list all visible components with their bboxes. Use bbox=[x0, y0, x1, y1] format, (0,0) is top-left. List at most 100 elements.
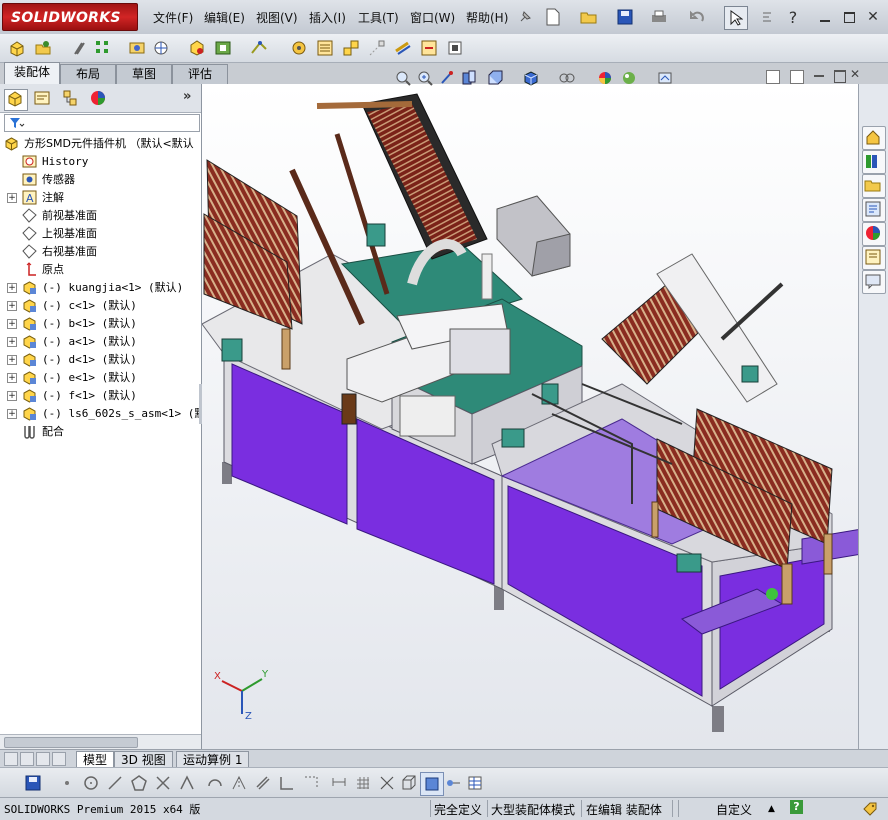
status-units[interactable]: 自定义 bbox=[716, 801, 752, 818]
custom-properties-icon[interactable] bbox=[862, 246, 886, 270]
menu-edit[interactable]: 编辑(E) bbox=[204, 9, 245, 26]
open-folder-icon[interactable] bbox=[578, 6, 600, 28]
previous-view-icon[interactable] bbox=[436, 67, 458, 89]
cube-icon[interactable] bbox=[398, 772, 420, 794]
viewport-minimize-icon[interactable] bbox=[814, 75, 824, 77]
expand-plus-icon[interactable]: + bbox=[7, 409, 17, 419]
table-icon[interactable] bbox=[464, 772, 486, 794]
extend-icon[interactable] bbox=[176, 772, 198, 794]
tab-evaluate[interactable]: 评估 bbox=[172, 64, 228, 84]
edit-appearance-icon[interactable] bbox=[594, 67, 616, 89]
configurationmanager-icon[interactable] bbox=[60, 89, 82, 109]
menu-insert[interactable]: 插入(I) bbox=[309, 9, 346, 26]
status-help-icon[interactable]: ? bbox=[790, 800, 803, 814]
design-library-icon[interactable] bbox=[862, 150, 886, 174]
section-view-icon[interactable] bbox=[458, 67, 480, 89]
expand-plus-icon[interactable]: + bbox=[7, 337, 17, 347]
line-icon[interactable] bbox=[104, 772, 126, 794]
display-style-icon[interactable] bbox=[520, 67, 542, 89]
move-component-icon[interactable] bbox=[150, 37, 172, 59]
split-horizontal-icon[interactable] bbox=[790, 70, 804, 84]
tree-filter-input[interactable] bbox=[4, 114, 200, 132]
smart-dimension-icon[interactable] bbox=[328, 772, 350, 794]
expand-plus-icon[interactable]: + bbox=[7, 283, 17, 293]
featuremanager-tree-icon[interactable] bbox=[4, 89, 28, 111]
tab-assembly[interactable]: 装配体 bbox=[4, 62, 60, 85]
interference-detection-icon[interactable] bbox=[392, 37, 414, 59]
grid-icon[interactable] bbox=[352, 772, 374, 794]
polygon-icon[interactable] bbox=[128, 772, 150, 794]
tab-layout[interactable]: 布局 bbox=[60, 64, 116, 84]
scroll-last-icon[interactable] bbox=[52, 752, 66, 766]
minimize-icon[interactable] bbox=[814, 6, 836, 28]
point-icon[interactable] bbox=[56, 772, 78, 794]
menu-tools[interactable]: 工具(T) bbox=[358, 9, 399, 26]
exploded-view-icon[interactable] bbox=[340, 37, 362, 59]
solidworks-resources-icon[interactable] bbox=[862, 126, 886, 150]
rebuild-icon[interactable] bbox=[756, 6, 778, 28]
expand-plus-icon[interactable]: + bbox=[7, 301, 17, 311]
tag-icon[interactable] bbox=[862, 801, 878, 820]
tab-sketch[interactable]: 草图 bbox=[116, 64, 172, 84]
menu-help[interactable]: 帮助(H) bbox=[466, 9, 508, 26]
undo-icon[interactable] bbox=[686, 6, 708, 28]
view-settings-icon[interactable] bbox=[654, 67, 676, 89]
explode-line-sketch-icon[interactable] bbox=[366, 37, 388, 59]
mate-icon[interactable] bbox=[68, 37, 90, 59]
appearances-scenes-icon[interactable] bbox=[862, 222, 886, 246]
new-motion-study-icon[interactable] bbox=[288, 37, 310, 59]
help-question-icon[interactable]: ? bbox=[782, 6, 804, 28]
hide-show-items-icon[interactable] bbox=[556, 67, 578, 89]
expand-plus-icon[interactable]: + bbox=[7, 355, 17, 365]
tree-root-assembly[interactable]: 方形SMD元件插件机 （默认<默认 bbox=[0, 135, 201, 153]
viewport-close-icon[interactable]: ✕ bbox=[850, 67, 860, 81]
zoom-to-fit-icon[interactable] bbox=[392, 67, 414, 89]
expand-plus-icon[interactable]: + bbox=[7, 391, 17, 401]
new-document-icon[interactable] bbox=[542, 6, 564, 28]
file-explorer-icon[interactable] bbox=[862, 174, 886, 198]
menu-view[interactable]: 视图(V) bbox=[256, 9, 298, 26]
graphics-viewport[interactable]: X Y Z bbox=[202, 84, 858, 749]
view-palette-icon[interactable] bbox=[862, 198, 886, 222]
smart-fasteners-icon[interactable] bbox=[126, 37, 148, 59]
show-hidden-icon[interactable] bbox=[186, 37, 208, 59]
expand-plus-icon[interactable]: + bbox=[7, 373, 17, 383]
expand-plus-icon[interactable]: + bbox=[7, 319, 17, 329]
assembly-features-icon[interactable] bbox=[212, 37, 234, 59]
mirror-icon[interactable] bbox=[228, 772, 250, 794]
save-icon[interactable] bbox=[22, 772, 44, 794]
expand-panel-chevron-icon[interactable]: » bbox=[183, 89, 191, 104]
displaymanager-icon[interactable] bbox=[88, 89, 110, 109]
scroll-first-icon[interactable] bbox=[4, 752, 18, 766]
construction-line-icon[interactable] bbox=[300, 772, 322, 794]
apply-scene-icon[interactable] bbox=[618, 67, 640, 89]
menu-window[interactable]: 窗口(W) bbox=[410, 9, 455, 26]
linear-pattern-icon[interactable] bbox=[92, 37, 114, 59]
solidworks-logo[interactable]: SOLIDWORKS bbox=[2, 3, 138, 31]
print-icon[interactable] bbox=[648, 6, 670, 28]
view-orientation-icon[interactable] bbox=[484, 67, 506, 89]
select-cursor-icon[interactable] bbox=[724, 6, 748, 30]
cad-assembly-model[interactable] bbox=[202, 84, 858, 749]
relations-icon[interactable] bbox=[376, 772, 398, 794]
restore-icon[interactable] bbox=[838, 6, 860, 28]
corner-icon[interactable] bbox=[276, 772, 298, 794]
reference-geometry-icon[interactable] bbox=[248, 37, 270, 59]
pin-icon[interactable] bbox=[514, 6, 536, 28]
viewport-restore-icon[interactable] bbox=[834, 70, 846, 83]
3d-sketch-icon[interactable] bbox=[420, 772, 444, 796]
circle-icon[interactable] bbox=[80, 772, 102, 794]
trim-icon[interactable] bbox=[152, 772, 174, 794]
bill-of-materials-icon[interactable] bbox=[314, 37, 336, 59]
scroll-next-icon[interactable] bbox=[36, 752, 50, 766]
expand-plus-icon[interactable]: + bbox=[7, 193, 17, 203]
scrollbar-thumb[interactable] bbox=[4, 737, 138, 748]
menu-file[interactable]: 文件(F) bbox=[153, 9, 193, 26]
propertymanager-icon[interactable] bbox=[32, 89, 54, 109]
scroll-prev-icon[interactable] bbox=[20, 752, 34, 766]
zoom-to-area-icon[interactable] bbox=[414, 67, 436, 89]
instant3d-icon[interactable] bbox=[444, 37, 466, 59]
units-up-arrow-icon[interactable]: ▲ bbox=[768, 804, 775, 814]
split-vertical-icon[interactable] bbox=[766, 70, 780, 84]
close-icon[interactable]: ✕ bbox=[862, 6, 884, 28]
